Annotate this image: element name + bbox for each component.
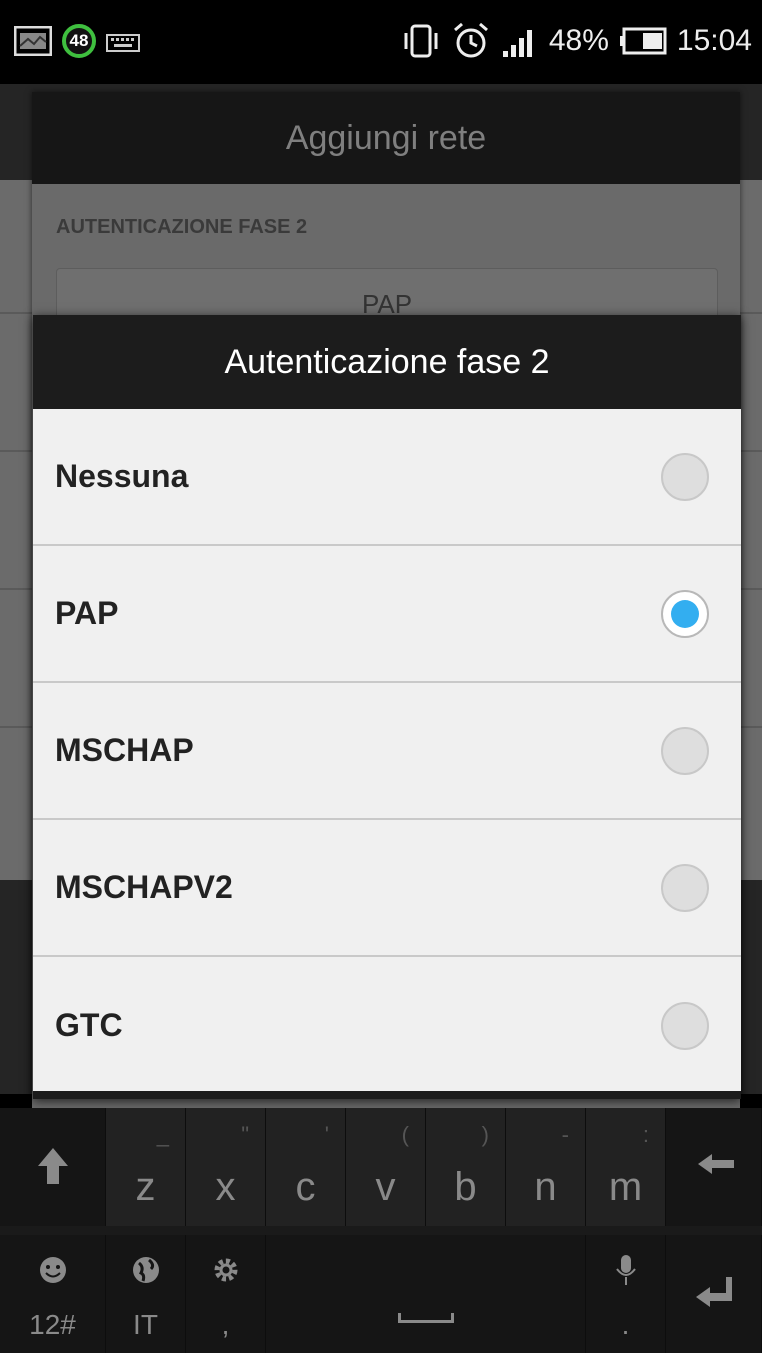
radio-button[interactable] — [661, 1001, 709, 1050]
phase2-auth-spinner[interactable]: PAP — [56, 268, 718, 322]
option-mschap[interactable]: MSCHAP — [33, 683, 741, 820]
comma-label: , — [221, 1309, 230, 1340]
emoji-icon — [40, 1257, 66, 1283]
emoji-symbols-key[interactable]: 12# — [0, 1235, 106, 1353]
key-label: x — [215, 1165, 236, 1209]
key-secondary: ) — [481, 1122, 489, 1147]
option-label: MSCHAPV2 — [55, 869, 233, 905]
key-n[interactable]: - n — [506, 1108, 586, 1226]
shift-key[interactable] — [0, 1108, 106, 1226]
key-label: z — [135, 1165, 156, 1209]
battery-percent: 48% — [548, 24, 609, 57]
keyboard-row-2: 12# IT , . — [0, 1235, 762, 1353]
option-label: GTC — [55, 1007, 123, 1043]
radio-button-selected[interactable] — [661, 589, 709, 638]
screenshot-icon — [14, 26, 52, 56]
key-secondary: " — [241, 1122, 249, 1147]
enter-arrow-icon — [696, 1277, 732, 1307]
alarm-icon — [453, 22, 488, 58]
dialog-title: Autenticazione fase 2 — [33, 315, 741, 409]
status-bar: 48 48% 15:04 — [0, 0, 762, 84]
shift-arrow-icon — [38, 1148, 68, 1184]
enter-key[interactable] — [666, 1235, 762, 1353]
key-label: v — [375, 1165, 396, 1209]
key-m[interactable]: : m — [586, 1108, 666, 1226]
backspace-key[interactable] — [666, 1108, 762, 1226]
key-c[interactable]: ' c — [266, 1108, 346, 1226]
key-secondary: ' — [324, 1122, 329, 1147]
key-secondary: _ — [156, 1122, 169, 1147]
backspace-arrow-icon — [698, 1154, 734, 1174]
battery-icon — [619, 27, 667, 55]
key-secondary: - — [561, 1122, 569, 1147]
keyboard-icon — [106, 34, 140, 52]
space-key[interactable] — [266, 1235, 586, 1353]
radio-button[interactable] — [661, 452, 709, 501]
option-mschapv2[interactable]: MSCHAPV2 — [33, 820, 741, 957]
dialog-bottom-bar — [33, 1091, 741, 1099]
settings-comma-key[interactable]: , — [186, 1235, 266, 1353]
key-x[interactable]: " x — [186, 1108, 266, 1226]
option-gtc[interactable]: GTC — [33, 957, 741, 1094]
space-icon — [397, 1313, 454, 1323]
globe-icon — [133, 1257, 159, 1283]
microphone-icon — [616, 1255, 636, 1285]
keyboard-row-1: _ z " x ' c ( v ) b - n : m — [0, 1108, 762, 1226]
key-label: b — [454, 1165, 477, 1209]
vibrate-icon — [404, 24, 438, 58]
add-network-title: Aggiungi rete — [32, 92, 740, 184]
gear-icon — [214, 1258, 238, 1282]
key-z[interactable]: _ z — [106, 1108, 186, 1226]
key-label: c — [295, 1165, 316, 1209]
phase2-auth-dialog: Autenticazione fase 2 Nessuna PAP MSCHAP… — [33, 315, 741, 1099]
key-label: m — [608, 1165, 643, 1209]
radio-button[interactable] — [661, 726, 709, 775]
key-label: n — [534, 1165, 557, 1209]
mic-period-key[interactable]: . — [586, 1235, 666, 1353]
radio-button[interactable] — [661, 863, 709, 912]
option-nessuna[interactable]: Nessuna — [33, 409, 741, 546]
phase2-auth-section-label: AUTENTICAZIONE FASE 2 — [56, 216, 308, 238]
key-v[interactable]: ( v — [346, 1108, 426, 1226]
symbols-label: 12# — [29, 1309, 76, 1340]
key-b[interactable]: ) b — [426, 1108, 506, 1226]
option-label: Nessuna — [55, 458, 189, 494]
soft-keyboard: _ z " x ' c ( v ) b - n : m 12# IT , . — [0, 1108, 762, 1353]
signal-icon — [502, 30, 532, 57]
language-key[interactable]: IT — [106, 1235, 186, 1353]
option-label: PAP — [55, 595, 119, 631]
key-secondary: : — [642, 1122, 649, 1147]
clock: 15:04 — [676, 24, 752, 57]
notification-badge: 48 — [62, 24, 96, 58]
option-pap[interactable]: PAP — [33, 546, 741, 683]
options-list: Nessuna PAP MSCHAP MSCHAPV2 GTC — [33, 409, 741, 1094]
option-label: MSCHAP — [55, 732, 194, 768]
period-label: . — [621, 1309, 630, 1340]
language-label: IT — [133, 1309, 158, 1340]
key-secondary: ( — [401, 1122, 409, 1147]
